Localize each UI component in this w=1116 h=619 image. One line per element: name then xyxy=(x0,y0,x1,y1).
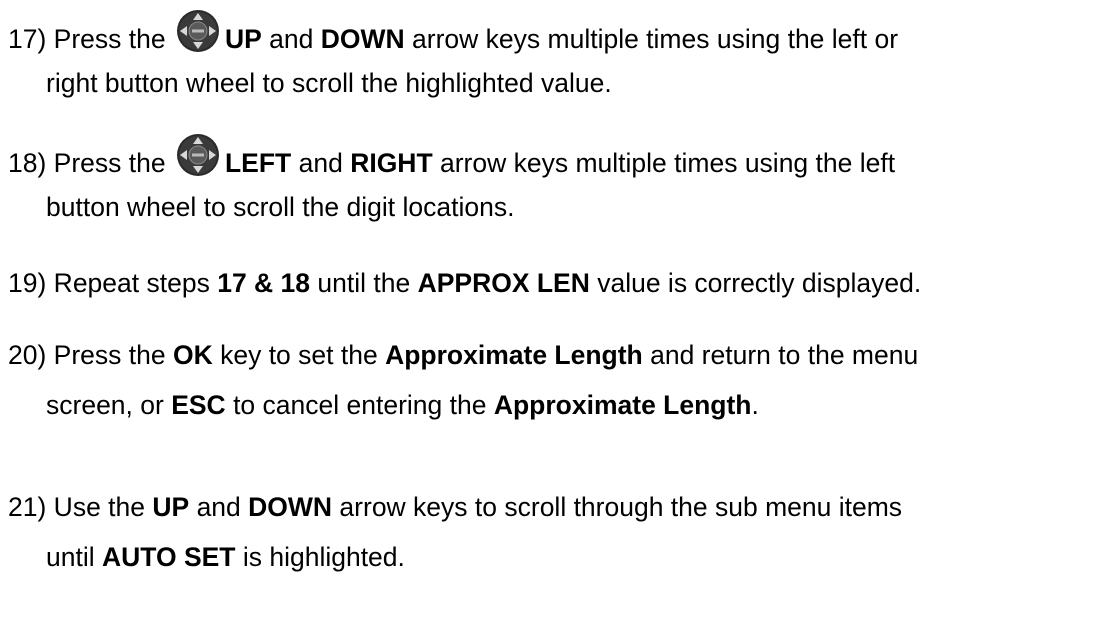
step-text: arrow keys multiple times using the left xyxy=(432,148,896,178)
field-name: APPROX LEN xyxy=(417,268,590,298)
step-text: is highlighted. xyxy=(235,542,405,572)
key-up: UP xyxy=(152,492,190,522)
step-18: 18) Press the LEFT and RIGHT arrow keys … xyxy=(8,132,895,232)
dpad-enter-icon xyxy=(175,8,221,54)
step-text: screen, or xyxy=(46,390,172,420)
step-text: Use the xyxy=(46,492,153,522)
key-up: UP xyxy=(224,24,262,54)
step-continuation: until AUTO SET is highlighted. xyxy=(8,532,902,582)
menu-item-auto-set: AUTO SET xyxy=(101,542,236,572)
instruction-document: 17) Press the UP and DOWN arrow keys mul… xyxy=(0,0,1116,619)
term-approximate-length: Approximate Length xyxy=(493,390,752,420)
step-text: arrow keys to scroll through the sub men… xyxy=(332,492,903,522)
step-number: 17) xyxy=(8,24,47,54)
step-text: Repeat steps xyxy=(46,268,218,298)
step-text: until the xyxy=(310,268,418,298)
key-right: RIGHT xyxy=(350,148,433,178)
step-continuation: screen, or ESC to cancel entering the Ap… xyxy=(8,380,918,430)
dpad-enter-icon xyxy=(175,132,221,178)
step-continuation: button wheel to scroll the digit locatio… xyxy=(46,192,515,222)
step-17: 17) Press the UP and DOWN arrow keys mul… xyxy=(8,8,898,108)
step-number: 20) xyxy=(8,340,47,370)
step-text: and xyxy=(291,148,351,178)
step-text: and xyxy=(261,24,321,54)
key-esc: ESC xyxy=(171,390,226,420)
key-down: DOWN xyxy=(248,492,333,522)
step-reference: 17 & 18 xyxy=(217,268,311,298)
key-left: LEFT xyxy=(224,148,292,178)
step-20: 20) Press the OK key to set the Approxim… xyxy=(8,330,918,430)
step-text: Press the xyxy=(46,340,173,370)
term-approximate-length: Approximate Length xyxy=(385,340,643,370)
step-number: 19) xyxy=(8,268,47,298)
step-text: . xyxy=(751,390,759,420)
step-number: 18) xyxy=(8,148,47,178)
step-text: Press the xyxy=(46,148,173,178)
step-19: 19) Repeat steps 17 & 18 until the APPRO… xyxy=(8,258,921,308)
step-text: Press the xyxy=(46,24,173,54)
step-text: until xyxy=(46,542,102,572)
step-text: value is correctly displayed. xyxy=(589,268,922,298)
step-text: to cancel entering the xyxy=(225,390,494,420)
step-21: 21) Use the UP and DOWN arrow keys to sc… xyxy=(8,482,902,582)
step-continuation: right button wheel to scroll the highlig… xyxy=(46,68,612,98)
step-text: and return to the menu xyxy=(642,340,919,370)
step-text: key to set the xyxy=(212,340,386,370)
key-down: DOWN xyxy=(320,24,405,54)
step-number: 21) xyxy=(8,492,47,522)
key-ok: OK xyxy=(172,340,213,370)
step-text: arrow keys multiple times using the left… xyxy=(404,24,899,54)
step-text: and xyxy=(189,492,249,522)
